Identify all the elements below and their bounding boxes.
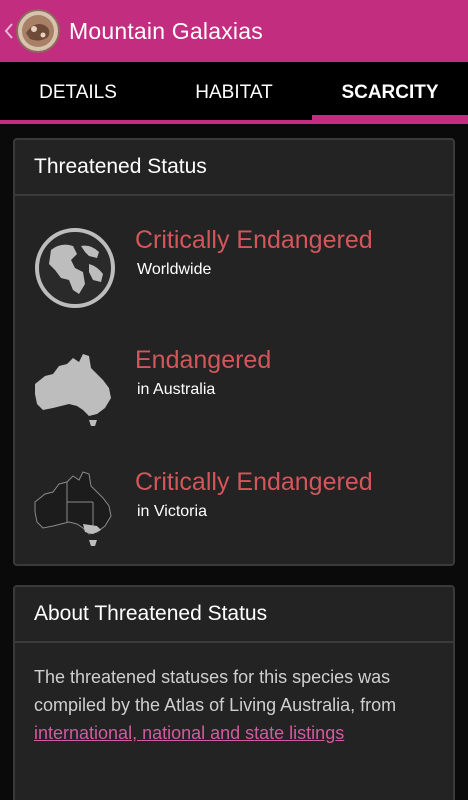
status-row-australia: Endangered in Australia	[15, 338, 453, 438]
scope-victoria: in Victoria	[137, 503, 207, 520]
tab-habitat-label: HABITAT	[195, 82, 273, 103]
listings-link[interactable]: international, national and state listin…	[34, 723, 344, 743]
scope-worldwide: Worldwide	[137, 261, 212, 278]
about-text: The threatened statuses for this species…	[34, 667, 397, 715]
status-australia: Endangered	[135, 346, 272, 374]
threatened-status-heading: Threatened Status	[15, 140, 453, 196]
active-tab-indicator	[312, 115, 468, 124]
about-heading: About Threatened Status	[15, 587, 453, 643]
scope-australia: in Australia	[137, 381, 216, 398]
tab-details-label: DETAILS	[39, 82, 117, 103]
australia-map-icon	[31, 344, 119, 432]
threatened-status-card: Threatened Status Critically Endangered …	[13, 138, 455, 566]
about-description: The threatened statuses for this species…	[15, 643, 453, 747]
status-victoria: Critically Endangered	[135, 468, 373, 496]
tab-scarcity-label: SCARCITY	[341, 82, 439, 103]
victoria-map-icon	[31, 466, 119, 554]
tab-details[interactable]: DETAILS	[0, 62, 156, 124]
status-row-victoria: Critically Endangered in Victoria	[15, 460, 453, 560]
page-title: Mountain Galaxias	[69, 17, 263, 44]
tab-habitat[interactable]: HABITAT	[156, 62, 312, 124]
status-row-worldwide: Critically Endangered Worldwide	[15, 218, 453, 318]
chevron-left-icon[interactable]	[2, 0, 16, 62]
status-worldwide: Critically Endangered	[135, 226, 373, 254]
globe-icon	[31, 224, 119, 312]
action-bar: Mountain Galaxias	[0, 0, 468, 62]
about-threatened-status-card: About Threatened Status The threatened s…	[13, 585, 455, 800]
app-logo-icon[interactable]	[16, 9, 60, 53]
